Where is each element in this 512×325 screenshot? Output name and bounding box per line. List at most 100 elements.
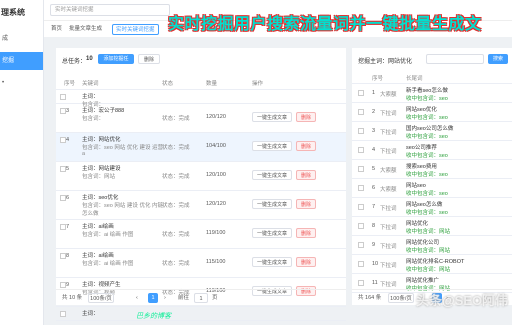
row-checkbox[interactable] bbox=[358, 185, 364, 191]
tab-home[interactable]: 首页 bbox=[48, 24, 65, 35]
row-source: 下拉词 bbox=[380, 111, 397, 117]
list-item[interactable]: 2 下拉词 网站seo优化 收中包含词：seo bbox=[352, 103, 512, 122]
brand-title: 理系统 bbox=[1, 8, 25, 17]
row-checkbox[interactable] bbox=[358, 242, 364, 248]
row-no: 6 bbox=[66, 195, 70, 201]
row-checkbox[interactable] bbox=[358, 147, 364, 153]
generate-article-button[interactable]: 一键生成文章 bbox=[252, 112, 292, 122]
header-longtail: 长尾词 bbox=[406, 76, 423, 82]
row-keyword: 主词：宏公子888 bbox=[82, 108, 125, 114]
row-checkbox[interactable] bbox=[60, 311, 66, 317]
row-no: 8 bbox=[66, 253, 70, 259]
row-checkbox[interactable] bbox=[358, 128, 364, 134]
row-checkbox[interactable] bbox=[358, 280, 364, 286]
sidebar-item-more[interactable]: • bbox=[0, 74, 43, 92]
row-no: 7 bbox=[66, 224, 70, 230]
row-checkbox[interactable] bbox=[358, 166, 364, 172]
next-page-button[interactable]: › bbox=[164, 293, 166, 303]
row-no: 8 bbox=[372, 223, 376, 229]
row-no: 10 bbox=[372, 261, 379, 267]
delete-row-button[interactable]: 删除 bbox=[296, 257, 316, 267]
list-item[interactable]: 9 下拉词 网站优化公司 收中包含词：网站 bbox=[352, 236, 512, 255]
generate-article-button[interactable]: 一键生成文章 bbox=[252, 257, 292, 267]
row-no: 1 bbox=[372, 90, 376, 96]
list-item[interactable]: 10 下拉词 网站优化排名C-ROBOT 收中包含词：网站 bbox=[352, 255, 512, 274]
row-no: 5 bbox=[66, 166, 70, 172]
watermark-text: 头条@SEO阿伟 bbox=[416, 293, 509, 308]
generate-article-button[interactable]: 一键生成文章 bbox=[252, 199, 292, 209]
row-count: 119/100 bbox=[206, 230, 226, 236]
delete-row-button[interactable]: 删除 bbox=[296, 112, 316, 122]
page-size-select[interactable]: 100条/页 bbox=[88, 293, 114, 303]
row-no: 9 bbox=[372, 242, 376, 248]
table-row[interactable]: 8 主词：ai绘画 包含词：ai 绘画 作图 状态：完成 115/100 一键生成文章 删除 bbox=[56, 249, 346, 278]
row-checkbox[interactable] bbox=[60, 94, 66, 100]
table-row[interactable]: 5 主词：网站建设 包含词：网站 状态：完成 120/100 一键生成文章 删除 bbox=[56, 162, 346, 191]
row-checkbox[interactable] bbox=[358, 109, 364, 115]
result-table-header: 序号 长尾词 bbox=[352, 70, 512, 84]
row-include-words: 包含词：ai 绘画 作图 bbox=[82, 261, 134, 267]
pager-total: 共 164 条 bbox=[358, 295, 382, 301]
row-include-words: 收中包含词：seo bbox=[406, 134, 448, 140]
row-count: 104/100 bbox=[206, 143, 226, 149]
row-include-words: 收中包含词：seo bbox=[406, 96, 448, 102]
row-include-words: 收中包含词：网站 bbox=[406, 267, 451, 273]
delete-selected-button[interactable]: 删除 bbox=[138, 54, 160, 64]
current-page[interactable]: 1 bbox=[148, 293, 158, 303]
row-no: 9 bbox=[66, 282, 70, 288]
goto-input[interactable]: 1 bbox=[194, 293, 208, 303]
table-row[interactable]: 3 主词：宏公子888 包含词： 状态：完成 120/120 一键生成文章 删除 bbox=[56, 104, 346, 133]
row-longtail-keyword: 网站优化排名C-ROBOT bbox=[406, 259, 465, 265]
list-item[interactable]: 3 下拉词 国内seo公司怎么做 收中包含词：seo bbox=[352, 122, 512, 141]
row-no: 7 bbox=[372, 204, 376, 210]
delete-row-button[interactable]: 删除 bbox=[296, 199, 316, 209]
list-item[interactable]: 1 大索额 新手看seo怎么做 收中包含词：seo bbox=[352, 84, 512, 103]
row-longtail-keyword: 新手看seo怎么做 bbox=[406, 88, 448, 94]
row-count: 120/120 bbox=[206, 201, 226, 207]
row-longtail-keyword: 国内seo公司怎么做 bbox=[406, 126, 454, 132]
row-include-words: 包含词：网站 bbox=[82, 174, 116, 180]
row-source: 大索额 bbox=[380, 187, 397, 193]
table-row[interactable]: 7 主词：ai绘画 包含词：ai 绘画 作图 状态：完成 119/100 一键生成文章 删除 bbox=[56, 220, 346, 249]
list-item[interactable]: 5 大索额 搜索seo费用 收中包含词：seo bbox=[352, 160, 512, 179]
delete-row-button[interactable]: 删除 bbox=[296, 228, 316, 238]
generate-article-button[interactable]: 一键生成文章 bbox=[252, 141, 292, 151]
list-item[interactable]: 7 下拉词 网站seo怎么做 收中包含词：seo bbox=[352, 198, 512, 217]
list-item[interactable]: 8 下拉词 网站优化 收中包含词：网站 bbox=[352, 217, 512, 236]
tab-batch-generate[interactable]: 批量文章生成 bbox=[66, 24, 105, 35]
total-label: 总任务： bbox=[62, 59, 87, 65]
table-row[interactable]: 6 主词：seo优化 包含词：seo 网站 建设 优化 内链 怎么做 状态：完成 120/… bbox=[56, 191, 346, 220]
table-row[interactable]: 主词： bbox=[56, 307, 346, 321]
row-include-words: 包含词：seo 网站 建设 优化 内链 bbox=[82, 203, 163, 209]
generate-article-button[interactable]: 一键生成文章 bbox=[252, 170, 292, 180]
add-task-button[interactable]: 添加挖掘任务 bbox=[98, 54, 134, 72]
prev-page-button[interactable]: ‹ bbox=[136, 293, 138, 303]
caption-text: 巴乡的博客 bbox=[136, 313, 171, 320]
result-search-input[interactable] bbox=[426, 54, 484, 64]
list-item[interactable]: 4 下拉词 seo公司推荐 收中包含词：seo bbox=[352, 141, 512, 160]
header-keyword: 关键词 bbox=[82, 81, 99, 87]
sidebar-item-generate[interactable]: 成 bbox=[0, 30, 43, 48]
pager-total: 共 10 条 bbox=[62, 295, 83, 301]
generate-article-button[interactable]: 一键生成文章 bbox=[252, 228, 292, 238]
row-no: 3 bbox=[66, 108, 70, 114]
table-row[interactable]: 4 主词：网站优化 包含词：seo 网站 优化 建设 运营 a 状态：完成 104/100… bbox=[56, 133, 346, 162]
result-search-button[interactable]: 搜索 bbox=[488, 54, 508, 64]
row-checkbox[interactable] bbox=[358, 223, 364, 229]
tab-keyword-mining[interactable]: 实时关键词挖掘 bbox=[112, 24, 159, 35]
row-keyword: 主词： bbox=[82, 94, 99, 100]
sidebar-item-mining[interactable]: 挖掘 bbox=[0, 52, 43, 70]
result-table-body: 1 大索额 新手看seo怎么做 收中包含词：seo 2 下拉词 网站seo优化 收中包含词：s… bbox=[352, 84, 512, 293]
row-count: 115/100 bbox=[206, 259, 226, 265]
delete-row-button[interactable]: 删除 bbox=[296, 170, 316, 180]
row-checkbox[interactable] bbox=[358, 90, 364, 96]
row-checkbox[interactable] bbox=[358, 204, 364, 210]
page-size-select[interactable]: 100条/页 bbox=[388, 293, 414, 303]
list-item[interactable]: 6 大索额 网站seo 收中包含词：seo bbox=[352, 179, 512, 198]
header-no: 序号 bbox=[64, 81, 76, 87]
row-longtail-keyword: 网站seo优化 bbox=[406, 107, 437, 113]
row-checkbox[interactable] bbox=[358, 261, 364, 267]
row-include-words: 收中包含词：seo bbox=[406, 115, 448, 121]
table-row[interactable]: 主词： 包含词： bbox=[56, 90, 346, 108]
delete-row-button[interactable]: 删除 bbox=[296, 141, 316, 151]
